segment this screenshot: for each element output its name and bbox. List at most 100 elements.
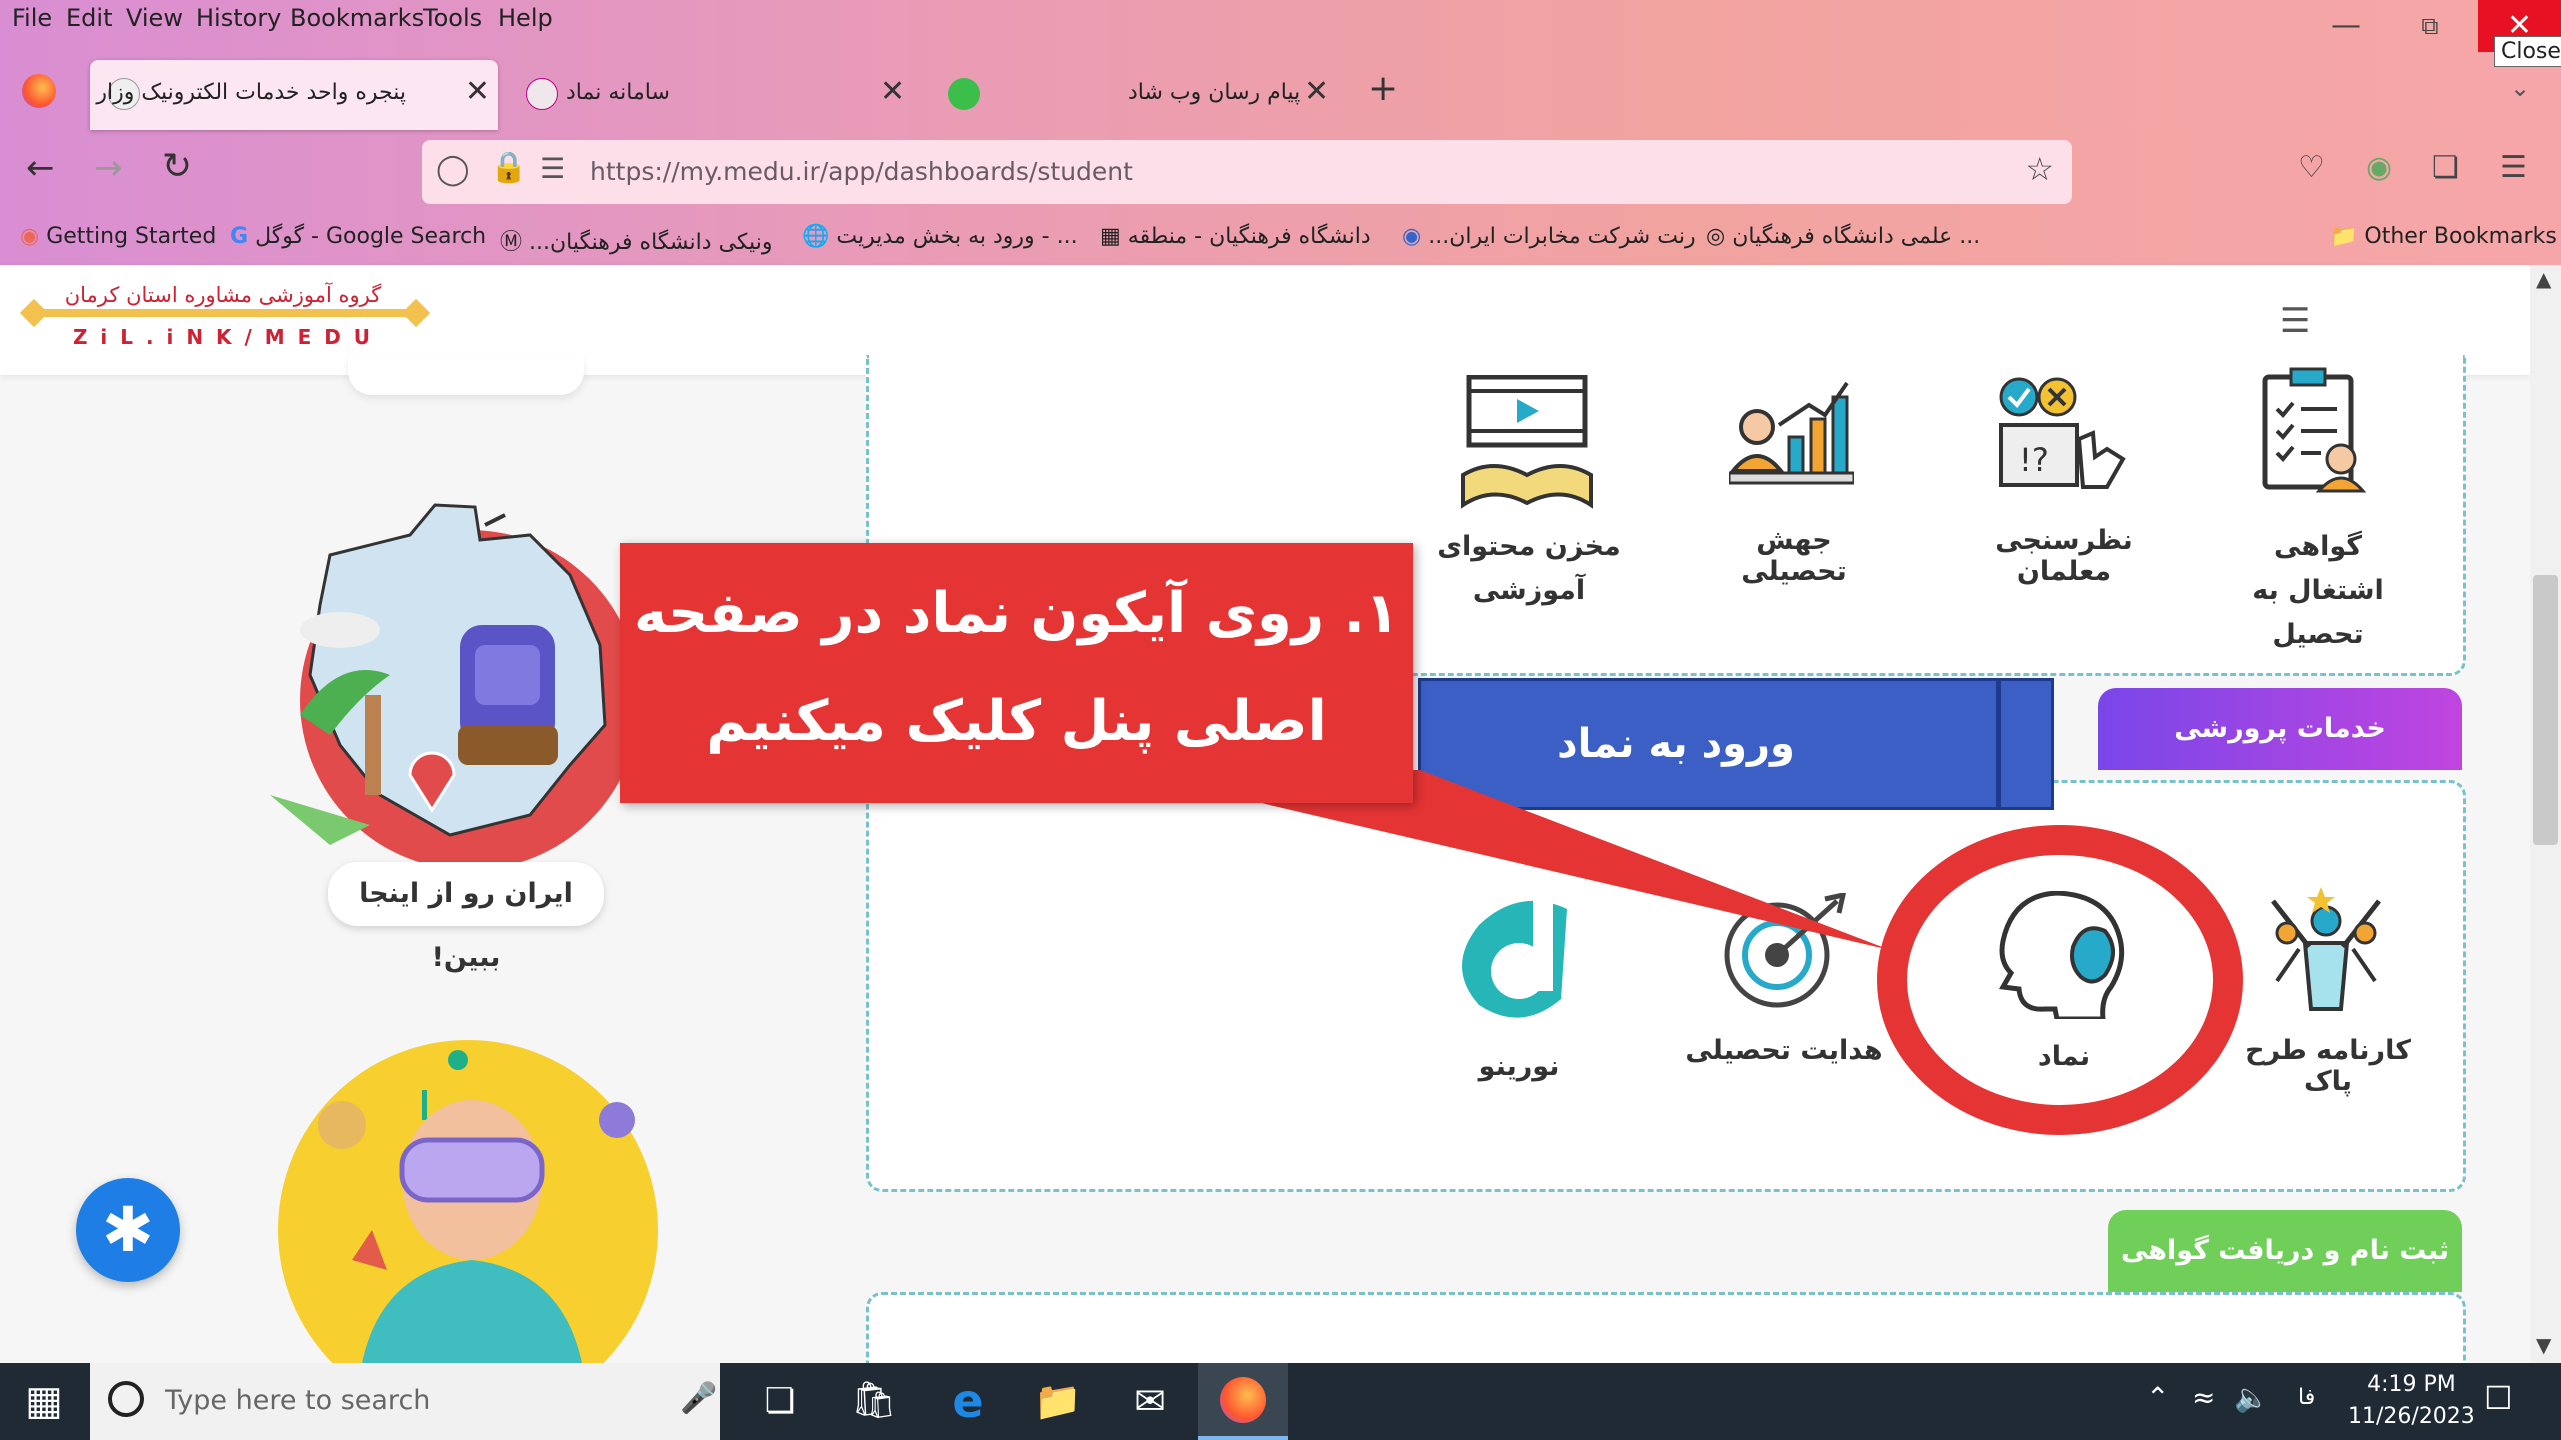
firefox-icon[interactable] [22,74,56,108]
tab-medu-portal[interactable]: پنجره واحد خدمات الکترونیک وزار ✕ [90,60,498,130]
app-menu-icon[interactable]: ☰ [2500,150,2527,185]
menu-file[interactable]: File [12,4,52,32]
service-label-content-repository[interactable]: مخزن محتوای آموزشی [1429,525,1629,613]
permissions-icon[interactable]: ☰ [540,152,565,185]
service-label-academic-leap[interactable]: جهش تحصیلی [1699,525,1889,587]
microphone-icon[interactable]: 🎤 [680,1381,717,1416]
forward-icon[interactable]: → [94,148,123,188]
bookmark-label: گوگل - Google Search [255,224,487,249]
vr-kid-illustration[interactable] [272,1030,667,1363]
store-icon[interactable]: 🛍 [846,1373,902,1429]
new-tab-icon[interactable]: + [1368,68,1398,109]
menu-bar: File Edit View History Bookmarks Tools H… [0,0,2561,40]
site-logo: گروه آموزشی مشاوره استان کرمان Z i L . i… [19,283,431,355]
section-title-registration-certificates: ثبت نام و دریافت گواهی ها [2108,1210,2462,1348]
tab-label: پیام رسان وب شاد [1128,80,1301,105]
bookmark-label: ...ونیکی دانشگاه فرهنگیان [529,230,773,255]
task-view-icon[interactable]: ❏ [752,1373,808,1429]
menu-view[interactable]: View [126,4,183,32]
google-icon: G [230,224,249,249]
url-bar[interactable]: ◯ 🔒 ☰ https://my.medu.ir/app/dashboards/… [422,140,2072,204]
menu-history[interactable]: History [196,4,281,32]
site-icon: Ⓜ [500,230,523,255]
tab-nemad[interactable]: سامانه نماد ✕ [520,60,920,130]
url-text[interactable]: https://my.medu.ir/app/dashboards/studen… [590,157,1133,186]
pak-plan-report-icon [2271,887,2381,1011]
accessibility-icon[interactable]: ✱ [76,1178,180,1282]
bookmarks-bar: ◉ Getting Started G گوگل - Google Search… [0,212,2561,264]
edge-icon[interactable]: e [940,1373,996,1429]
bookmark-mokhaberat[interactable]: ◉ ...رنت شرکت مخابرات ایران [1402,224,1696,249]
content-repository-icon [1461,375,1593,509]
site-icon: ◎ [1706,224,1726,249]
windows-start-icon[interactable]: ▦ [16,1373,72,1429]
scroll-down-icon[interactable]: ▼ [2536,1333,2551,1357]
volume-icon[interactable]: 🔈 [2234,1381,2269,1414]
menu-bookmarks[interactable]: Bookmarks [290,4,424,32]
site-icon: ◉ [1402,224,1422,249]
extensions-icon[interactable]: ❏ [2432,150,2459,185]
other-bookmarks[interactable]: 📁 Other Bookmarks [2330,224,2557,249]
bookmark-google[interactable]: G گوگل - Google Search [230,224,486,249]
iran-map-illustration[interactable] [270,495,670,880]
taskbar-firefox-button[interactable] [1198,1363,1288,1440]
teacher-survey-icon: !? [1999,377,2126,489]
tracking-shield-icon[interactable]: ◯ [436,152,470,187]
bookmark-farhangian-1[interactable]: Ⓜ ...ونیکی دانشگاه فرهنگیان [500,224,772,256]
firefox-small-icon: ◉ [20,224,40,249]
tab-shad[interactable]: پیام رسان وب شاد ✕ [940,60,1340,130]
hamburger-menu-icon[interactable]: ☰ [2280,301,2310,341]
shad-favicon-icon [948,78,980,110]
cortana-icon [108,1381,144,1417]
wifi-icon[interactable]: ≈ [2192,1381,2215,1414]
pocket-icon[interactable]: ♡ [2298,150,2325,185]
back-icon[interactable]: ← [26,148,55,188]
callout-line-2: اصلی پنل کلیک میکنیم [706,689,1327,754]
service-label-enrollment-certificate[interactable]: گواهی اشتغال به تحصیل [2223,525,2413,657]
close-tab-icon[interactable]: ✕ [465,74,490,109]
bookmark-label: علمی دانشگاه فرهنگیان ... [1732,224,1981,249]
scroll-up-icon[interactable]: ▲ [2536,267,2551,291]
logo-subtitle: Z i L . i N K / M E D U [72,325,374,349]
bookmark-farhangian-elmi[interactable]: ◎ علمی دانشگاه فرهنگیان ... [1706,224,1980,249]
windows-taskbar: ▦ Type here to search 🎤 ❏ 🛍 e 📁 ✉ ⌃ ≈ 🔈 … [0,1363,2561,1440]
bookmark-admin[interactable]: 🌐 ورود به بخش مدیریت - ... [802,224,1078,249]
close-tooltip: Close [2494,36,2561,67]
reload-icon[interactable]: ↻ [162,146,192,187]
iran-caption-button[interactable]: ایران رو از اینجا ببین! [328,862,604,973]
bookmark-star-icon[interactable]: ☆ [2025,150,2054,188]
menu-edit[interactable]: Edit [66,4,112,32]
instruction-callout: ۱. روی آیکون نماد در صفحه اصلی پنل کلیک … [620,543,1413,803]
site-icon: ▦ [1100,224,1121,249]
logo-ribbon-end [19,298,49,328]
menu-tools[interactable]: Tools [423,4,482,32]
left-card-stub [348,355,584,395]
bookmark-label: ورود به بخش مدیریت - ... [836,224,1078,249]
scroll-thumb[interactable] [2533,575,2558,845]
folder-icon: 📁 [2330,224,2358,249]
logo-title: گروه آموزشی مشاوره استان کرمان [48,283,398,307]
bookmark-farhangian-region[interactable]: ▦ دانشگاه فرهنگیان - منطقه [1100,224,1371,249]
close-tab-icon[interactable]: ✕ [880,74,905,109]
service-label-teacher-survey[interactable]: نظرسنجی معلمان [1969,525,2159,587]
bookmark-label: دانشگاه فرهنگیان - منطقه [1127,224,1371,249]
bookmark-getting-started[interactable]: ◉ Getting Started [20,224,216,249]
nemad-favicon-icon [526,78,558,110]
notifications-icon[interactable]: ☐ [2484,1379,2513,1417]
mail-icon[interactable]: ✉ [1122,1373,1178,1429]
close-tab-icon[interactable]: ✕ [1304,74,1329,109]
language-indicator[interactable]: فا [2298,1385,2315,1410]
menu-help[interactable]: Help [498,4,553,32]
file-explorer-icon[interactable]: 📁 [1030,1373,1086,1429]
restore-icon[interactable]: ⧉ [2390,0,2470,52]
taskbar-search-placeholder: Type here to search [165,1385,431,1416]
tray-chevron-icon[interactable]: ⌃ [2146,1381,2169,1414]
academic-leap-icon [1729,381,1854,485]
clock-time: 4:19 PM [2367,1372,2456,1397]
taskbar-search-box[interactable]: Type here to search 🎤 [90,1363,720,1440]
tab-list-chevron-icon[interactable]: ⌄ [2510,74,2530,102]
taskbar-clock[interactable]: 4:19 PM 11/26/2023 [2348,1369,2475,1433]
lock-icon[interactable]: 🔒 [490,150,527,185]
minimize-icon[interactable]: — [2306,0,2386,52]
extension-badge-icon[interactable]: ◉ [2366,150,2392,185]
